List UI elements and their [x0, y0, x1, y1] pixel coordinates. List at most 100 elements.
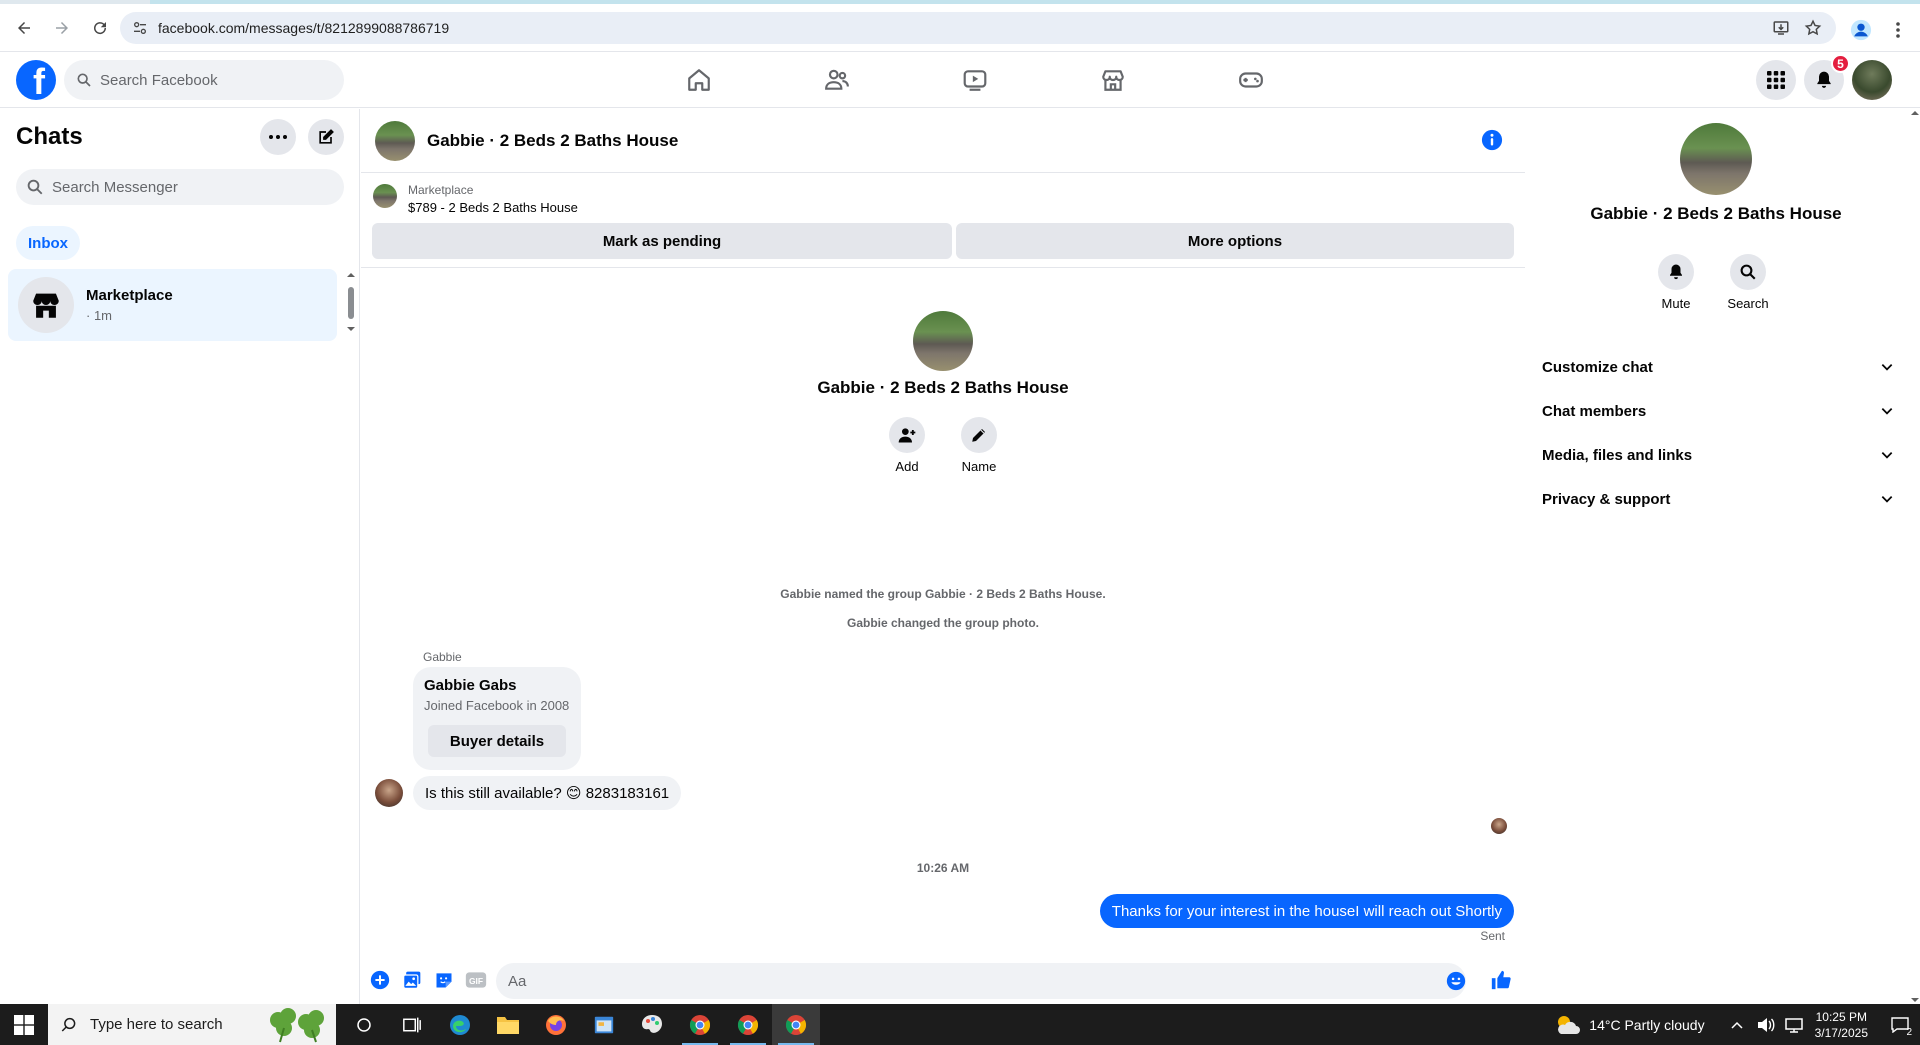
back-button[interactable]	[6, 10, 42, 46]
taskbar-app[interactable]	[580, 1004, 628, 1045]
nav-watch[interactable]	[906, 52, 1044, 108]
reload-button[interactable]	[82, 10, 118, 46]
nav-home[interactable]	[630, 52, 768, 108]
search-in-conversation-button[interactable]: Search	[1727, 254, 1769, 311]
nav-marketplace[interactable]	[1044, 52, 1182, 108]
info-icon[interactable]	[1481, 129, 1503, 151]
taskbar-clock[interactable]: 10:25 PM 3/17/2025	[1815, 1009, 1868, 1041]
sent-status: Sent	[1480, 929, 1505, 943]
forward-button[interactable]	[44, 10, 80, 46]
windows-logo-icon	[14, 1014, 34, 1035]
site-settings-icon[interactable]	[122, 20, 158, 36]
taskbar-edge[interactable]	[436, 1004, 484, 1045]
paint-icon	[642, 1014, 662, 1033]
show-hidden-icons[interactable]	[1731, 1021, 1743, 1029]
section-label: Customize chat	[1542, 358, 1653, 376]
taskbar-chrome-1[interactable]	[676, 1004, 724, 1045]
system-message: Gabbie changed the group photo.	[847, 616, 1039, 630]
section-chat-members[interactable]: Chat members	[1542, 393, 1894, 429]
emoji-icon[interactable]	[1446, 971, 1466, 991]
more-actions-button[interactable]	[364, 964, 396, 996]
bookmark-star-icon[interactable]	[1804, 19, 1822, 37]
buyer-details-button[interactable]: Buyer details	[428, 725, 566, 757]
edit-name-button[interactable]: Name	[961, 417, 997, 474]
chat-time: · 1m	[86, 308, 112, 323]
like-button[interactable]	[1485, 964, 1517, 996]
incoming-message[interactable]: Is this still available? 😊 8283183161	[413, 776, 682, 810]
notification-badge: 5	[1831, 54, 1850, 73]
conversation-title[interactable]: Gabbie · 2 Beds 2 Baths House	[427, 131, 678, 151]
action-center-button[interactable]: 2	[1880, 1004, 1920, 1045]
windows-taskbar: Type here to search 14°C Partly cloudy 1…	[0, 1004, 1920, 1045]
marketplace-label: Marketplace	[408, 183, 474, 197]
facebook-logo[interactable]: f	[16, 60, 56, 100]
task-view-windows[interactable]	[388, 1004, 436, 1045]
store-icon	[1102, 70, 1124, 91]
buyer-name[interactable]: Gabbie Gabs	[424, 677, 570, 694]
message-input[interactable]	[508, 972, 1408, 990]
scroll-down-icon	[347, 327, 355, 331]
photo-icon	[403, 971, 421, 989]
conversation-header: Gabbie · 2 Beds 2 Baths House	[361, 109, 1525, 173]
taskbar-search[interactable]: Type here to search	[48, 1004, 336, 1045]
notifications-button[interactable]: 5	[1804, 54, 1850, 100]
nav-friends[interactable]	[768, 52, 906, 108]
mute-button[interactable]: Mute	[1658, 254, 1694, 311]
page-scrollbar[interactable]	[1910, 109, 1920, 1004]
listing-title[interactable]: $789 - 2 Beds 2 Baths House	[408, 200, 578, 215]
chat-list-item[interactable]: Marketplace · 1m	[8, 269, 337, 341]
sticker-button[interactable]	[428, 964, 460, 996]
taskbar-firefox[interactable]	[532, 1004, 580, 1045]
group-avatar	[913, 311, 973, 371]
sender-avatar[interactable]	[375, 779, 403, 807]
address-bar[interactable]: facebook.com/messages/t/8212899088786719	[120, 12, 1836, 44]
task-view-button[interactable]	[340, 1004, 388, 1045]
search-label: Search	[1727, 296, 1769, 311]
taskbar-paint[interactable]	[628, 1004, 676, 1045]
add-person-icon	[898, 428, 916, 443]
clock-time: 10:25 PM	[1815, 1009, 1867, 1024]
mark-as-pending-button[interactable]: Mark as pending	[372, 223, 952, 259]
account-avatar[interactable]	[1852, 60, 1892, 100]
chevron-down-icon	[1881, 452, 1893, 459]
taskbar-file-explorer[interactable]	[484, 1004, 532, 1045]
new-message-button[interactable]	[308, 119, 344, 155]
start-button[interactable]	[0, 1004, 48, 1045]
group-photo[interactable]	[375, 120, 415, 161]
browser-menu-icon[interactable]	[1884, 16, 1912, 44]
section-privacy-support[interactable]: Privacy & support	[1542, 481, 1894, 517]
section-customize-chat[interactable]: Customize chat	[1542, 349, 1894, 385]
gif-button[interactable]: GIF	[460, 964, 492, 996]
taskbar-chrome-3[interactable]	[772, 1004, 820, 1045]
taskbar-chrome-2[interactable]	[724, 1004, 772, 1045]
nav-gaming[interactable]	[1182, 52, 1320, 108]
weather-widget[interactable]: 14°C Partly cloudy	[1555, 1014, 1705, 1036]
add-people-button[interactable]: Add	[889, 417, 925, 474]
section-media-files-links[interactable]: Media, files and links	[1542, 437, 1894, 473]
tab-inbox[interactable]: Inbox	[16, 226, 80, 260]
browser-profile-icon[interactable]	[1846, 15, 1876, 45]
chevron-down-icon	[1881, 364, 1893, 371]
sidebar-scrollbar[interactable]	[345, 271, 357, 333]
network-icon[interactable]	[1784, 1017, 1803, 1033]
buyer-joined: Joined Facebook in 2008	[424, 698, 570, 713]
chrome-icon	[689, 1014, 711, 1035]
main-nav	[630, 52, 1320, 108]
menu-button[interactable]	[1756, 60, 1796, 100]
name-label: Name	[961, 459, 997, 474]
install-app-icon[interactable]	[1772, 19, 1790, 37]
facebook-search[interactable]: Search Facebook	[64, 60, 344, 100]
attach-photo-button[interactable]	[396, 964, 428, 996]
conversation-pane: Gabbie · 2 Beds 2 Baths House Marketplac…	[361, 109, 1525, 1004]
listing-thumbnail[interactable]	[373, 184, 397, 208]
volume-icon[interactable]	[1757, 1017, 1775, 1033]
chat-options-button[interactable]	[260, 119, 296, 155]
messenger-search[interactable]: Search Messenger	[16, 169, 344, 205]
chrome-icon	[785, 1014, 807, 1035]
scroll-down-icon	[1911, 998, 1919, 1002]
chats-sidebar: Chats Search Messenger Inbox Marketplace…	[0, 109, 360, 1004]
conversation-details-panel: Gabbie · 2 Beds 2 Baths House Mute Searc…	[1526, 109, 1910, 1004]
details-avatar[interactable]	[1680, 123, 1752, 195]
outgoing-message[interactable]: Thanks for your interest in the houseI w…	[1099, 894, 1514, 928]
more-options-button[interactable]: More options	[956, 223, 1514, 259]
